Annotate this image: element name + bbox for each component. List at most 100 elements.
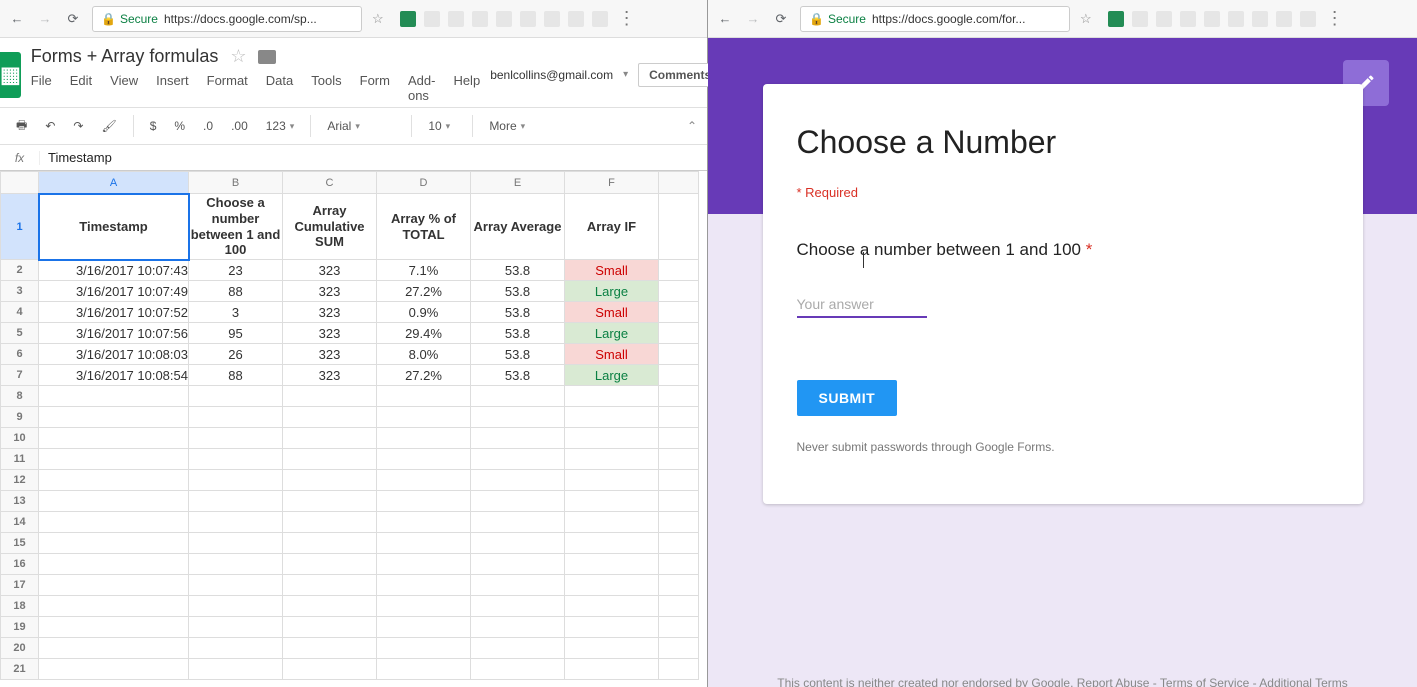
- menu-insert[interactable]: Insert: [156, 73, 189, 103]
- cell[interactable]: [471, 533, 565, 554]
- cell[interactable]: [471, 638, 565, 659]
- print-icon[interactable]: 🖶: [10, 112, 33, 141]
- cell[interactable]: [565, 596, 659, 617]
- cell[interactable]: [471, 617, 565, 638]
- cell[interactable]: 3/16/2017 10:07:52: [39, 302, 189, 323]
- sheets-logo-icon[interactable]: ▦: [0, 52, 21, 98]
- cell[interactable]: 29.4%: [377, 323, 471, 344]
- bookmark-star-icon[interactable]: ☆: [1080, 11, 1092, 27]
- cell[interactable]: [565, 407, 659, 428]
- cell[interactable]: [283, 470, 377, 491]
- cell[interactable]: [377, 596, 471, 617]
- cell[interactable]: [39, 386, 189, 407]
- cell[interactable]: [565, 491, 659, 512]
- more-toolbar-dropdown[interactable]: More ▾: [483, 117, 531, 135]
- cell[interactable]: 8.0%: [377, 344, 471, 365]
- cell[interactable]: [377, 617, 471, 638]
- row-header[interactable]: 6: [1, 344, 39, 365]
- cell[interactable]: [283, 575, 377, 596]
- cell[interactable]: 95: [189, 323, 283, 344]
- header-cell[interactable]: Timestamp: [39, 194, 189, 260]
- cell[interactable]: [471, 428, 565, 449]
- row-header[interactable]: 2: [1, 260, 39, 281]
- cell[interactable]: 26: [189, 344, 283, 365]
- cell[interactable]: [39, 659, 189, 680]
- cell[interactable]: [471, 386, 565, 407]
- redo-icon[interactable]: ↷: [67, 115, 89, 137]
- cell[interactable]: [189, 491, 283, 512]
- cell[interactable]: [189, 428, 283, 449]
- cell[interactable]: [189, 470, 283, 491]
- decrease-decimal[interactable]: .0: [197, 115, 219, 137]
- cell[interactable]: Small: [565, 302, 659, 323]
- cell[interactable]: [39, 428, 189, 449]
- cell[interactable]: 53.8: [471, 260, 565, 281]
- row-header[interactable]: 20: [1, 638, 39, 659]
- bookmark-star-icon[interactable]: ☆: [372, 11, 384, 27]
- cell[interactable]: 323: [283, 323, 377, 344]
- cell[interactable]: [471, 470, 565, 491]
- cell[interactable]: [39, 596, 189, 617]
- cell[interactable]: [565, 512, 659, 533]
- column-header-C[interactable]: C: [283, 172, 377, 194]
- extension-icon[interactable]: [520, 11, 536, 27]
- cell[interactable]: [377, 407, 471, 428]
- undo-icon[interactable]: ↶: [39, 115, 61, 137]
- cell[interactable]: [189, 512, 283, 533]
- column-header-D[interactable]: D: [377, 172, 471, 194]
- account-dropdown-icon[interactable]: ▾: [623, 69, 628, 80]
- row-header[interactable]: 17: [1, 575, 39, 596]
- cell[interactable]: [565, 428, 659, 449]
- extension-icon[interactable]: [1108, 11, 1124, 27]
- cell[interactable]: 53.8: [471, 302, 565, 323]
- number-format-dropdown[interactable]: 123 ▾: [260, 117, 301, 135]
- cell[interactable]: [377, 554, 471, 575]
- cell[interactable]: [283, 659, 377, 680]
- select-all-corner[interactable]: [1, 172, 39, 194]
- cell[interactable]: [189, 407, 283, 428]
- menu-edit[interactable]: Edit: [70, 73, 92, 103]
- cell[interactable]: 0.9%: [377, 302, 471, 323]
- fx-icon[interactable]: fx: [0, 151, 40, 165]
- cell[interactable]: 53.8: [471, 344, 565, 365]
- extension-icon[interactable]: [400, 11, 416, 27]
- header-cell[interactable]: Array Cumulative SUM: [283, 194, 377, 260]
- forward-button[interactable]: →: [744, 10, 762, 28]
- cell[interactable]: [283, 491, 377, 512]
- answer-input[interactable]: [797, 292, 927, 318]
- cell[interactable]: [565, 617, 659, 638]
- row-header[interactable]: 16: [1, 554, 39, 575]
- cell[interactable]: 27.2%: [377, 281, 471, 302]
- row-header[interactable]: 14: [1, 512, 39, 533]
- cell[interactable]: [283, 554, 377, 575]
- menu-format[interactable]: Format: [207, 73, 248, 103]
- star-icon[interactable]: ☆: [230, 46, 246, 67]
- row-header[interactable]: 21: [1, 659, 39, 680]
- cell[interactable]: [283, 428, 377, 449]
- cell[interactable]: [39, 533, 189, 554]
- cell[interactable]: [283, 512, 377, 533]
- cell[interactable]: [39, 407, 189, 428]
- menu-data[interactable]: Data: [266, 73, 293, 103]
- extension-icon[interactable]: [544, 11, 560, 27]
- extension-icon[interactable]: [1156, 11, 1172, 27]
- cell[interactable]: [283, 617, 377, 638]
- cell[interactable]: [377, 575, 471, 596]
- cell[interactable]: [377, 512, 471, 533]
- cell[interactable]: [565, 554, 659, 575]
- menu-addons[interactable]: Add-ons: [408, 73, 435, 103]
- browser-menu-icon[interactable]: ⋮: [1326, 8, 1344, 29]
- increase-decimal[interactable]: .00: [225, 115, 254, 137]
- cell[interactable]: [377, 428, 471, 449]
- row-header[interactable]: 7: [1, 365, 39, 386]
- row-header[interactable]: 5: [1, 323, 39, 344]
- column-header-A[interactable]: A: [39, 172, 189, 194]
- formula-input[interactable]: Timestamp: [40, 150, 112, 165]
- cell[interactable]: 3: [189, 302, 283, 323]
- row-header[interactable]: 4: [1, 302, 39, 323]
- extension-icon[interactable]: [1204, 11, 1220, 27]
- cell[interactable]: 323: [283, 260, 377, 281]
- row-header[interactable]: 19: [1, 617, 39, 638]
- back-button[interactable]: ←: [716, 10, 734, 28]
- browser-menu-icon[interactable]: ⋮: [618, 8, 636, 29]
